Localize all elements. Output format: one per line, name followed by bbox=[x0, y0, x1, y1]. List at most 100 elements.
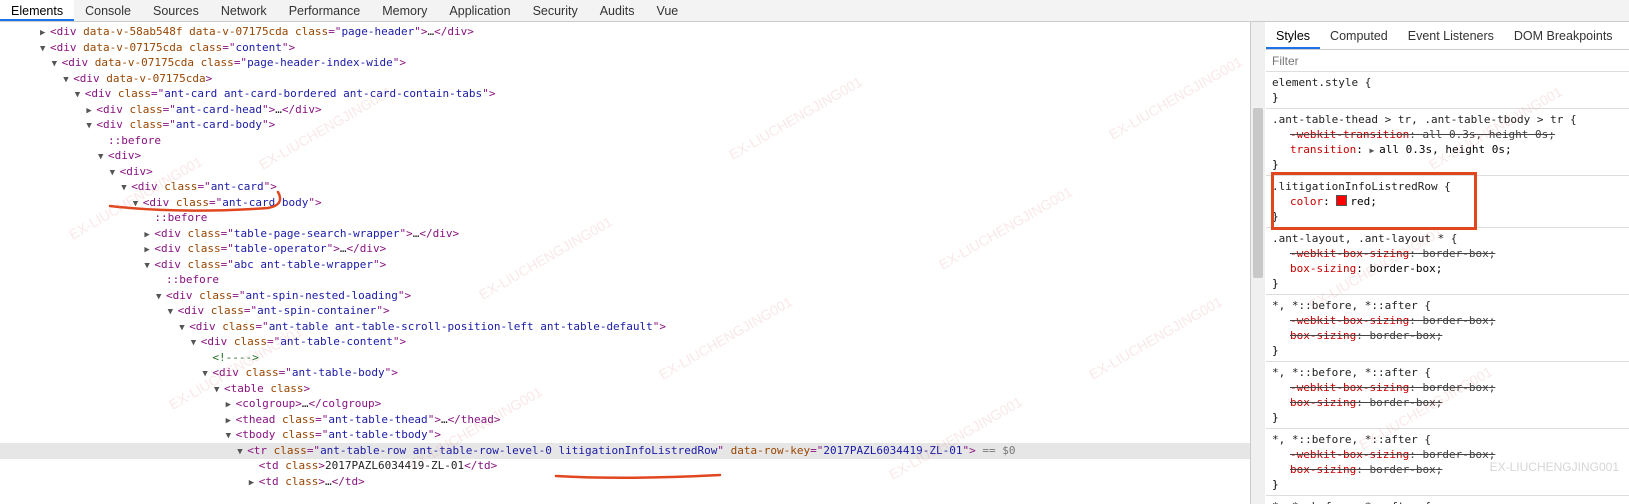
rule-selector[interactable]: *, *::before, *::after { bbox=[1272, 365, 1629, 380]
dom-node[interactable]: <td class>2017PAZL6034419-ZL-01</td> bbox=[0, 458, 1250, 474]
dom-node[interactable]: ▼ <div data-v-07175cda class="content"> bbox=[0, 40, 1250, 56]
style-declaration[interactable]: -webkit-transition: all 0.3s, height 0s; bbox=[1272, 127, 1629, 142]
collapse-triangle-icon[interactable]: ▶ bbox=[249, 475, 259, 491]
attr-value: content bbox=[235, 40, 282, 54]
dom-node[interactable]: ▼ <div class="ant-spin-container"> bbox=[0, 303, 1250, 319]
dom-node-selected[interactable]: ▼ <tr class="ant-table-row ant-table-row-… bbox=[0, 442, 1250, 459]
dom-node[interactable]: ::before bbox=[0, 272, 1250, 288]
dom-node[interactable]: ▼ <div data-v-07175cda class="page-header… bbox=[0, 55, 1250, 71]
dom-node[interactable]: ▼ <div class="ant-table-content"> bbox=[0, 334, 1250, 350]
sidebar-tab-computed[interactable]: Computed bbox=[1320, 22, 1398, 49]
dom-node[interactable]: ▼ <div class="ant-card-body"> bbox=[0, 117, 1250, 133]
property-name[interactable]: box-sizing bbox=[1290, 329, 1356, 342]
style-declaration[interactable]: -webkit-box-sizing: border-box; bbox=[1272, 313, 1629, 328]
dom-node[interactable]: ▼ <div class="abc ant-table-wrapper"> bbox=[0, 257, 1250, 273]
rule-selector[interactable]: *, *::before, *::after { bbox=[1272, 432, 1629, 447]
rule-selector[interactable]: .ant-layout, .ant-layout * { bbox=[1272, 231, 1629, 246]
tab-security[interactable]: Security bbox=[522, 0, 589, 21]
dom-node[interactable]: ::before bbox=[0, 133, 1250, 149]
rule-selector[interactable]: *, *::before, *::after { bbox=[1272, 298, 1629, 313]
property-name[interactable]: -webkit-box-sizing bbox=[1290, 448, 1409, 461]
style-declaration[interactable]: transition: ▶ all 0.3s, height 0s; bbox=[1272, 142, 1629, 157]
dom-node[interactable]: ▼ <div> bbox=[0, 148, 1250, 164]
tab-elements[interactable]: Elements bbox=[0, 0, 75, 21]
dom-node[interactable]: ▼ <div class="ant-table ant-table-scroll-… bbox=[0, 319, 1250, 335]
attr-eq: =" bbox=[151, 87, 165, 100]
dom-node[interactable]: ▶ <div class="table-page-search-wrapper">… bbox=[0, 226, 1250, 242]
color-swatch-icon[interactable] bbox=[1336, 195, 1348, 206]
collapsed-ellipsis[interactable]: … bbox=[275, 103, 282, 116]
rule-selector[interactable]: element.style { bbox=[1272, 75, 1629, 90]
tab-memory[interactable]: Memory bbox=[371, 0, 438, 21]
dom-node[interactable]: ▼ <table class> bbox=[0, 381, 1250, 397]
sidebar-tab-dom-breakpoints[interactable]: DOM Breakpoints bbox=[1504, 22, 1623, 49]
attr-eq: =" bbox=[267, 335, 281, 348]
sidebar-tab-event-listeners[interactable]: Event Listeners bbox=[1398, 22, 1504, 49]
property-value[interactable]: red bbox=[1350, 195, 1370, 208]
style-declaration[interactable]: color: red; bbox=[1272, 194, 1629, 209]
dom-node[interactable]: ▼ <div data-v-07175cda> bbox=[0, 71, 1250, 87]
property-name[interactable]: box-sizing bbox=[1290, 262, 1356, 275]
tab-sources[interactable]: Sources bbox=[142, 0, 210, 21]
property-value[interactable]: border-box bbox=[1369, 262, 1435, 275]
property-value[interactable]: border-box bbox=[1422, 247, 1488, 260]
property-value[interactable]: border-box bbox=[1422, 448, 1488, 461]
attr-quote: " bbox=[392, 335, 400, 348]
property-value[interactable]: border-box bbox=[1422, 381, 1488, 394]
dom-scrollbar-thumb[interactable] bbox=[1253, 108, 1263, 278]
expand-arrow-icon[interactable]: ▶ bbox=[1369, 146, 1379, 155]
style-declaration[interactable]: -webkit-box-sizing: border-box; bbox=[1272, 246, 1629, 261]
dom-node[interactable]: ▼ <div class="ant-spin-nested-loading"> bbox=[0, 288, 1250, 304]
property-value[interactable]: border-box bbox=[1369, 463, 1435, 476]
sidebar-tab-properties[interactable]: Properties bbox=[1623, 22, 1629, 49]
tab-network[interactable]: Network bbox=[210, 0, 278, 21]
dom-node[interactable]: ▼ <tbody class="ant-table-tbody"> bbox=[0, 427, 1250, 443]
dom-node[interactable]: <!----> bbox=[0, 350, 1250, 366]
sidebar-tab-styles[interactable]: Styles bbox=[1266, 22, 1321, 49]
tab-application[interactable]: Application bbox=[438, 0, 521, 21]
rule-selector[interactable]: .ant-table-thead > tr, .ant-table-tbody … bbox=[1272, 112, 1629, 127]
style-declaration[interactable]: -webkit-box-sizing: border-box; bbox=[1272, 380, 1629, 395]
dom-node[interactable]: ▶ <div class="table-operator">…</div> bbox=[0, 241, 1250, 257]
dom-node[interactable]: ▼ <div> bbox=[0, 164, 1250, 180]
style-declaration[interactable]: box-sizing: border-box; bbox=[1272, 261, 1629, 276]
collapsed-ellipsis[interactable]: … bbox=[441, 413, 448, 426]
style-declaration[interactable]: box-sizing: border-box; bbox=[1272, 328, 1629, 343]
property-name[interactable]: transition bbox=[1290, 143, 1356, 156]
dom-node[interactable]: ▶ <thead class="ant-table-thead">…</thead… bbox=[0, 412, 1250, 428]
tab-console[interactable]: Console bbox=[74, 0, 142, 21]
styles-filter-input[interactable] bbox=[1272, 51, 1572, 71]
attr-value: ant-table-body bbox=[291, 366, 385, 379]
tab-vue[interactable]: Vue bbox=[645, 0, 689, 21]
property-value[interactable]: all 0.3s, height 0s bbox=[1379, 143, 1505, 156]
style-declaration[interactable]: box-sizing: border-box; bbox=[1272, 395, 1629, 410]
dom-node[interactable]: ▼ <div class="ant-card ant-card-bordered … bbox=[0, 86, 1250, 102]
dom-node[interactable]: ::before bbox=[0, 210, 1250, 226]
semicolon: ; bbox=[1435, 329, 1443, 342]
dom-node[interactable]: ▶ <div class="ant-card-head">…</div> bbox=[0, 102, 1250, 118]
dom-node[interactable]: ▶ <colgroup>…</colgroup> bbox=[0, 396, 1250, 412]
property-value[interactable]: border-box bbox=[1369, 396, 1435, 409]
property-value[interactable]: border-box bbox=[1422, 314, 1488, 327]
attr-quote: " bbox=[372, 257, 380, 271]
rule-selector[interactable]: *, *::before, *::after { bbox=[1272, 499, 1629, 504]
property-name[interactable]: box-sizing bbox=[1290, 396, 1356, 409]
property-name[interactable]: -webkit-transition bbox=[1290, 128, 1409, 141]
rule-selector[interactable]: .litigationInfoListredRow { bbox=[1272, 179, 1629, 194]
dom-node[interactable]: ▼ <div class="ant-card"> bbox=[0, 179, 1250, 195]
dom-node[interactable]: ▼ <div class="ant-card-body"> bbox=[0, 195, 1250, 211]
dom-node[interactable]: ▶ <div data-v-58ab548f data-v-07175cda cl… bbox=[0, 24, 1250, 40]
collapsed-ellipsis[interactable]: … bbox=[325, 475, 332, 488]
property-name[interactable]: -webkit-box-sizing bbox=[1290, 314, 1409, 327]
property-name[interactable]: -webkit-box-sizing bbox=[1290, 247, 1409, 260]
property-name[interactable]: color bbox=[1290, 195, 1323, 208]
property-name[interactable]: -webkit-box-sizing bbox=[1290, 381, 1409, 394]
property-value[interactable]: border-box bbox=[1369, 329, 1435, 342]
tab-performance[interactable]: Performance bbox=[278, 0, 372, 21]
dom-node[interactable]: ▼ <div class="ant-table-body"> bbox=[0, 365, 1250, 381]
tab-audits[interactable]: Audits bbox=[589, 0, 646, 21]
property-name[interactable]: box-sizing bbox=[1290, 463, 1356, 476]
pseudo-element: ::before bbox=[166, 273, 219, 286]
property-value[interactable]: all 0.3s, height 0s bbox=[1422, 128, 1548, 141]
dom-node[interactable]: ▶ <td class>…</td> bbox=[0, 474, 1250, 490]
